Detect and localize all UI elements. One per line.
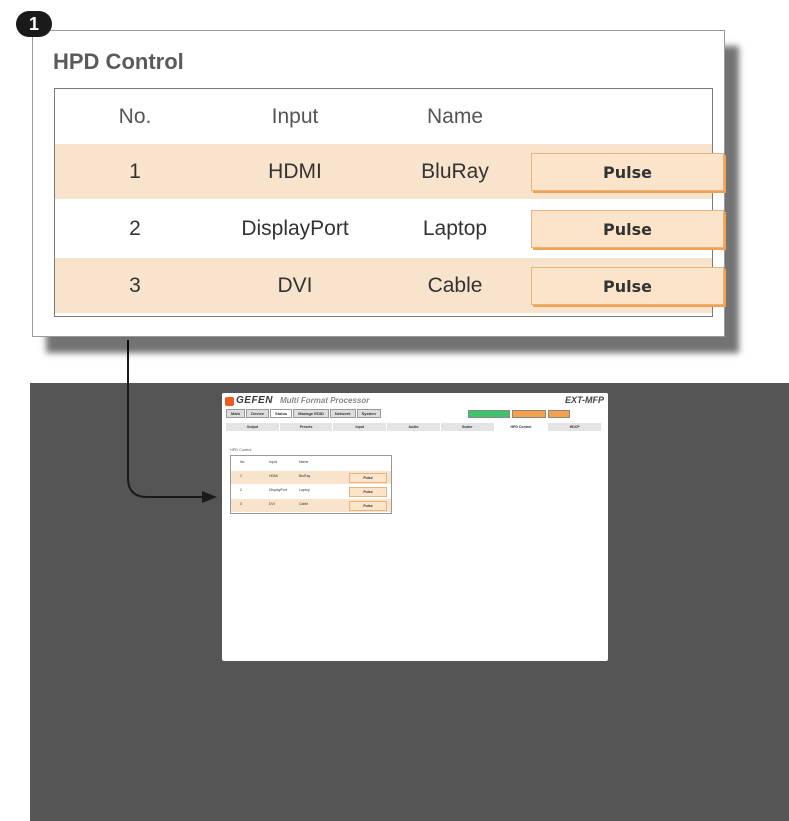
brand-logo: GEFEN	[236, 395, 273, 406]
callout-badge: 1	[16, 11, 52, 37]
hpd-control-zoom-panel: HPD Control No. Input Name 1 HDMI BluRay…	[32, 30, 725, 337]
mini-row-input: HDMI	[269, 474, 278, 478]
mini-panel-title: HPD Control	[230, 448, 252, 452]
subtab-presets[interactable]: Presets	[280, 423, 334, 431]
tab-network[interactable]: Network	[329, 409, 356, 418]
table-row: 3 DVI Cable Pulse	[55, 258, 724, 313]
row-name: BluRay	[421, 159, 489, 183]
subtab-output[interactable]: Output	[226, 423, 280, 431]
hpd-table: No. Input Name 1 HDMI BluRay Pulse 2 Dis…	[54, 88, 724, 317]
model-name: EXT-MFP	[564, 395, 604, 405]
subtab-input[interactable]: Input	[333, 423, 388, 431]
mini-row-no: 1	[240, 474, 242, 478]
status-indicator-green	[468, 410, 510, 418]
table-row: 2 DisplayPort Laptop Pulse	[55, 201, 724, 256]
mini-row-input: DisplayPort	[269, 488, 287, 492]
mini-row-no: 2	[240, 488, 242, 492]
mini-row-name: Cable	[299, 502, 309, 506]
status-indicator-orange	[512, 410, 546, 418]
row-no: 2	[129, 216, 141, 240]
sub-tab-bar: Output Presets Input Audio Scaler HPD Co…	[226, 423, 603, 431]
mini-pulse-button[interactable]: Pulse	[349, 473, 387, 483]
subtab-scaler[interactable]: Scaler	[441, 423, 495, 431]
pulse-button[interactable]: Pulse	[531, 267, 724, 305]
gefen-logo-icon	[225, 397, 234, 406]
mini-row-name: BluRay	[299, 474, 311, 478]
status-indicator-orange-small	[548, 410, 570, 418]
tab-device[interactable]: Device	[246, 409, 270, 418]
mini-pulse-button[interactable]: Pulse	[349, 487, 387, 497]
device-web-ui-screenshot: GEFEN Multi Format Processor EXT-MFP Mai…	[222, 393, 608, 661]
mini-row-name: Laptop	[299, 488, 310, 492]
row-no: 3	[129, 273, 141, 297]
mini-pulse-button[interactable]: Pulse	[349, 501, 387, 511]
header-no: No.	[118, 104, 152, 128]
header-name: Name	[426, 104, 484, 128]
row-name: Laptop	[422, 216, 488, 240]
tab-main[interactable]: Main	[226, 409, 246, 418]
mini-table-row: 2 DisplayPort Laptop Pulse	[231, 485, 391, 498]
subtab-hpd-control[interactable]: HPD Control	[494, 423, 549, 431]
tab-system[interactable]: System	[356, 409, 381, 418]
row-no: 1	[129, 159, 141, 183]
mini-header-no: No.	[240, 460, 246, 464]
subtab-audio[interactable]: Audio	[387, 423, 441, 431]
mini-row-input: DVI	[269, 502, 275, 506]
row-name: Cable	[427, 273, 483, 297]
table-row: 1 HDMI BluRay Pulse	[55, 144, 724, 199]
mini-table-header: No. Input Name	[231, 457, 391, 470]
mini-header-name: Name	[299, 460, 309, 464]
status-indicators	[468, 410, 570, 418]
panel-title: HPD Control	[53, 49, 184, 74]
pulse-button[interactable]: Pulse	[531, 210, 724, 248]
main-tab-bar: Main Device Status Manage EDID Network S…	[226, 409, 381, 418]
tab-manage-edid[interactable]: Manage EDID	[293, 409, 329, 418]
screenshot-header: GEFEN Multi Format Processor EXT-MFP Mai…	[222, 393, 608, 421]
row-input: DVI	[277, 273, 313, 297]
header-input: Input	[271, 104, 319, 128]
row-input: DisplayPort	[241, 216, 349, 240]
row-input: HDMI	[268, 159, 322, 183]
mini-hpd-table: No. Input Name 1 HDMI BluRay Pulse 2 Dis…	[230, 455, 392, 514]
subtab-hdcp[interactable]: HDCP	[548, 423, 603, 431]
mini-table-row: 3 DVI Cable Pulse	[231, 499, 391, 512]
tab-status[interactable]: Status	[270, 409, 293, 418]
table-header-row: No. Input Name	[55, 89, 712, 144]
mini-header-input: Input	[269, 460, 277, 464]
pulse-button[interactable]: Pulse	[531, 153, 724, 191]
product-name: Multi Format Processor	[280, 396, 370, 405]
mini-row-no: 3	[240, 502, 242, 506]
mini-table-row: 1 HDMI BluRay Pulse	[231, 471, 391, 484]
